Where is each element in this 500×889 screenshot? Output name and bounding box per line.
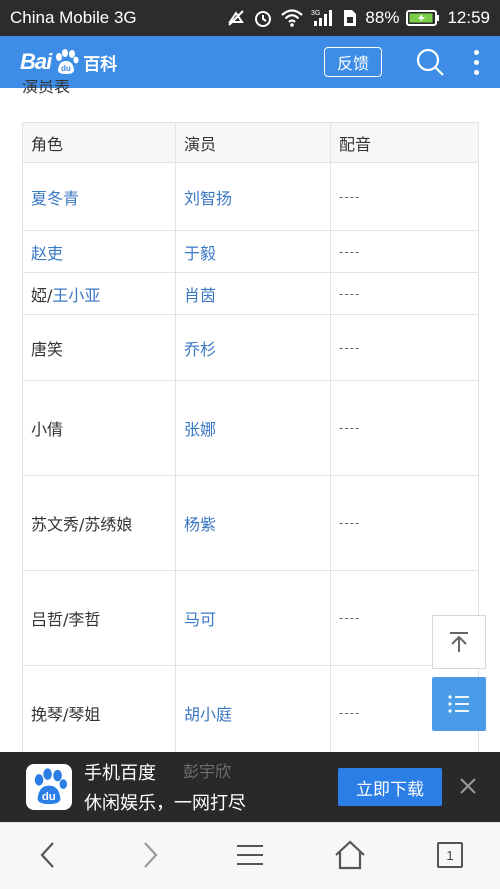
- scroll-to-top-button[interactable]: [432, 615, 486, 669]
- role-cell: 唐笑: [22, 314, 176, 381]
- mute-icon: [228, 10, 245, 26]
- close-icon: [460, 778, 476, 794]
- forward-button[interactable]: [128, 833, 172, 877]
- role-cell: 挽琴/琴姐: [22, 665, 176, 761]
- home-icon: [335, 840, 365, 870]
- table-row: 挽琴/琴姐 胡小庭 ----: [22, 665, 479, 761]
- role-link[interactable]: 王小亚: [52, 286, 100, 305]
- wifi-icon: [281, 9, 304, 27]
- signal-icon: 3G: [311, 10, 333, 26]
- column-header-role: 角色: [22, 122, 176, 163]
- column-header-dub: 配音: [330, 122, 479, 163]
- scroll-top-icon: [450, 632, 468, 652]
- browser-bottom-nav: 1: [0, 822, 500, 889]
- tabs-button[interactable]: 1: [428, 833, 472, 877]
- tabs-icon: 1: [437, 842, 463, 868]
- app-header: Bai du 百科 反馈: [0, 36, 500, 88]
- status-icons: 3G 88% 12:59: [226, 8, 490, 28]
- dub-cell: ----: [330, 230, 479, 273]
- baidu-app-icon: du: [26, 764, 72, 810]
- toc-icon: [448, 695, 469, 713]
- table-row: 赵吏 于毅 ----: [22, 230, 479, 273]
- actor-link[interactable]: 杨紫: [175, 475, 331, 571]
- more-icon-dot: [473, 49, 479, 55]
- role-cell: 苏文秀/苏绣娘: [22, 475, 176, 571]
- dub-cell: ----: [330, 314, 479, 381]
- logo-bai-text: Bai: [20, 49, 52, 74]
- svg-text:3G: 3G: [311, 10, 320, 17]
- actor-link[interactable]: 刘智扬: [175, 162, 331, 231]
- status-bar: China Mobile 3G 3G 88% 12:59: [0, 0, 500, 36]
- menu-button[interactable]: [228, 833, 272, 877]
- table-row: 苏文秀/苏绣娘 杨紫 ----: [22, 475, 479, 571]
- role-cell: 吕哲/李哲: [22, 570, 176, 666]
- role-prefix: 婭/: [31, 285, 53, 305]
- section-heading-text: 演员表: [22, 80, 71, 94]
- back-icon: [40, 842, 54, 868]
- role-cell: 婭/王小亚: [22, 272, 176, 315]
- back-button[interactable]: [26, 833, 70, 877]
- sim-icon: [344, 10, 357, 26]
- table-row: 吕哲/李哲 马可 ----: [22, 570, 479, 666]
- logo-du-text: du: [61, 64, 71, 73]
- actor-link[interactable]: 马可: [175, 570, 331, 666]
- table-row: 小倩 张娜 ----: [22, 380, 479, 476]
- dub-cell: ----: [330, 475, 479, 571]
- actor-link[interactable]: 乔杉: [175, 314, 331, 381]
- download-button[interactable]: 立即下载: [338, 768, 442, 806]
- alarm-icon: [255, 11, 272, 27]
- baidu-baike-logo[interactable]: Bai du 百科: [20, 48, 117, 76]
- dub-cell: ----: [330, 380, 479, 476]
- search-icon: [416, 48, 444, 76]
- logo-baike-text: 百科: [83, 54, 118, 74]
- table-row: 唐笑 乔杉 ----: [22, 314, 479, 381]
- more-icon-dot: [473, 59, 479, 65]
- role-link[interactable]: 赵吏: [22, 230, 176, 273]
- header-actions: 反馈: [324, 44, 486, 80]
- cast-table: 角色 演员 配音 夏冬青 刘智扬 ---- 赵吏 于毅 ---- 婭/王小亚 肖…: [22, 122, 479, 821]
- feedback-button[interactable]: 反馈: [324, 47, 382, 77]
- clock: 12:59: [447, 8, 490, 27]
- promo-close-button[interactable]: [456, 774, 480, 798]
- section-heading-partial: 演员表: [22, 80, 70, 94]
- dub-cell: ----: [330, 162, 479, 231]
- actor-link[interactable]: 于毅: [175, 230, 331, 273]
- baidu-paw-icon: du: [34, 768, 67, 805]
- table-row: 婭/王小亚 肖茵 ----: [22, 272, 479, 315]
- table-of-contents-button[interactable]: [432, 677, 486, 731]
- home-button[interactable]: [328, 833, 372, 877]
- actor-link[interactable]: 肖茵: [175, 272, 331, 315]
- role-cell: 小倩: [22, 380, 176, 476]
- underlying-actor-text: 彭宇欣: [183, 762, 232, 781]
- menu-icon: [237, 845, 263, 865]
- battery-percent: 88%: [365, 8, 400, 27]
- promo-icon-du-text: du: [42, 791, 56, 803]
- table-header-row: 角色 演员 配音: [22, 122, 479, 163]
- battery-icon: [406, 10, 440, 26]
- actor-link[interactable]: 张娜: [175, 380, 331, 476]
- search-button[interactable]: [412, 44, 448, 80]
- promo-subtitle: 休闲娱乐，一网打尽: [84, 793, 246, 814]
- carrier-name: China Mobile 3G: [10, 8, 137, 27]
- forward-icon: [144, 842, 158, 868]
- more-icon-dot: [473, 69, 479, 75]
- app-promo-banner: 彭宇欣 du 手机百度 休闲娱乐，一网打尽 立即下载: [0, 752, 500, 822]
- baidu-paw-icon: du: [56, 49, 79, 74]
- more-menu-button[interactable]: [466, 44, 486, 80]
- column-header-actor: 演员: [175, 122, 331, 163]
- actor-link[interactable]: 胡小庭: [175, 665, 331, 761]
- role-link[interactable]: 夏冬青: [22, 162, 176, 231]
- table-row: 夏冬青 刘智扬 ----: [22, 162, 479, 231]
- dub-cell: ----: [330, 272, 479, 315]
